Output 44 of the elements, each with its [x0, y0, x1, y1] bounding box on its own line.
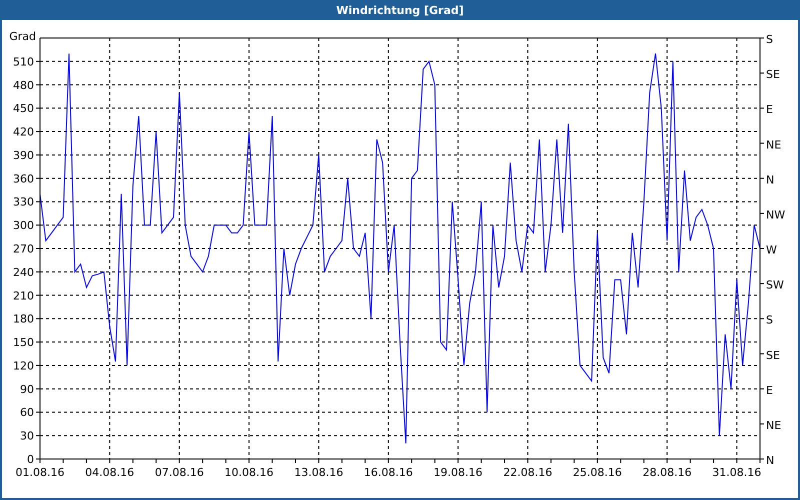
axis-label: 180	[13, 312, 34, 326]
axis-label: 10.08.16	[224, 466, 274, 479]
axis-label: 510	[13, 55, 34, 68]
axis-label: 420	[13, 126, 34, 139]
axis-label: E	[766, 103, 773, 116]
axis-label: E	[766, 384, 773, 397]
axis-label: 60	[20, 406, 34, 420]
axis-label: 04.08.16	[85, 466, 134, 479]
axis-label: 450	[13, 102, 34, 116]
axis-label: NE	[766, 418, 782, 432]
axis-label: 150	[13, 336, 34, 350]
axis-label: SE	[766, 348, 780, 362]
axis-label: 01.08.16	[16, 466, 64, 479]
axis-label: 90	[20, 382, 34, 396]
axis-label: NW	[766, 208, 786, 222]
axis-label: 30	[20, 430, 34, 443]
axis-label: N	[766, 454, 774, 467]
axis-label: 390	[13, 148, 34, 162]
axis-label: W	[766, 244, 777, 256]
axis-label: 16.08.16	[364, 466, 413, 479]
axis-label: 480	[13, 78, 34, 92]
axis-label: 13.08.16	[294, 466, 344, 479]
axis-label: 360	[13, 172, 34, 186]
window-title: Windrichtung [Grad]	[336, 4, 464, 16]
axis-label: NE	[766, 138, 782, 152]
axis-label: 330	[13, 196, 34, 209]
axis-label: 120	[13, 359, 34, 372]
axis-label: 25.08.16	[572, 466, 622, 479]
axis-label: 28.08.16	[642, 466, 692, 479]
axis-label: SW	[766, 278, 784, 292]
axis-label: 270	[13, 242, 34, 256]
axis-label: 210	[13, 289, 34, 302]
axis-label: SE	[766, 68, 780, 82]
axis-label: S	[766, 33, 773, 46]
axis-label: 07.08.16	[154, 466, 204, 479]
axis-label: N	[766, 173, 774, 186]
axis-label: 300	[13, 219, 34, 232]
axis-label: 0	[27, 453, 34, 466]
axis-label: S	[766, 314, 773, 327]
axis-title: Grad	[9, 30, 36, 43]
axis-label: 22.08.16	[503, 466, 552, 479]
axis-label: 31.08.16	[712, 466, 762, 479]
axis-label: 240	[13, 266, 34, 279]
axis-label: 19.08.16	[434, 466, 483, 479]
